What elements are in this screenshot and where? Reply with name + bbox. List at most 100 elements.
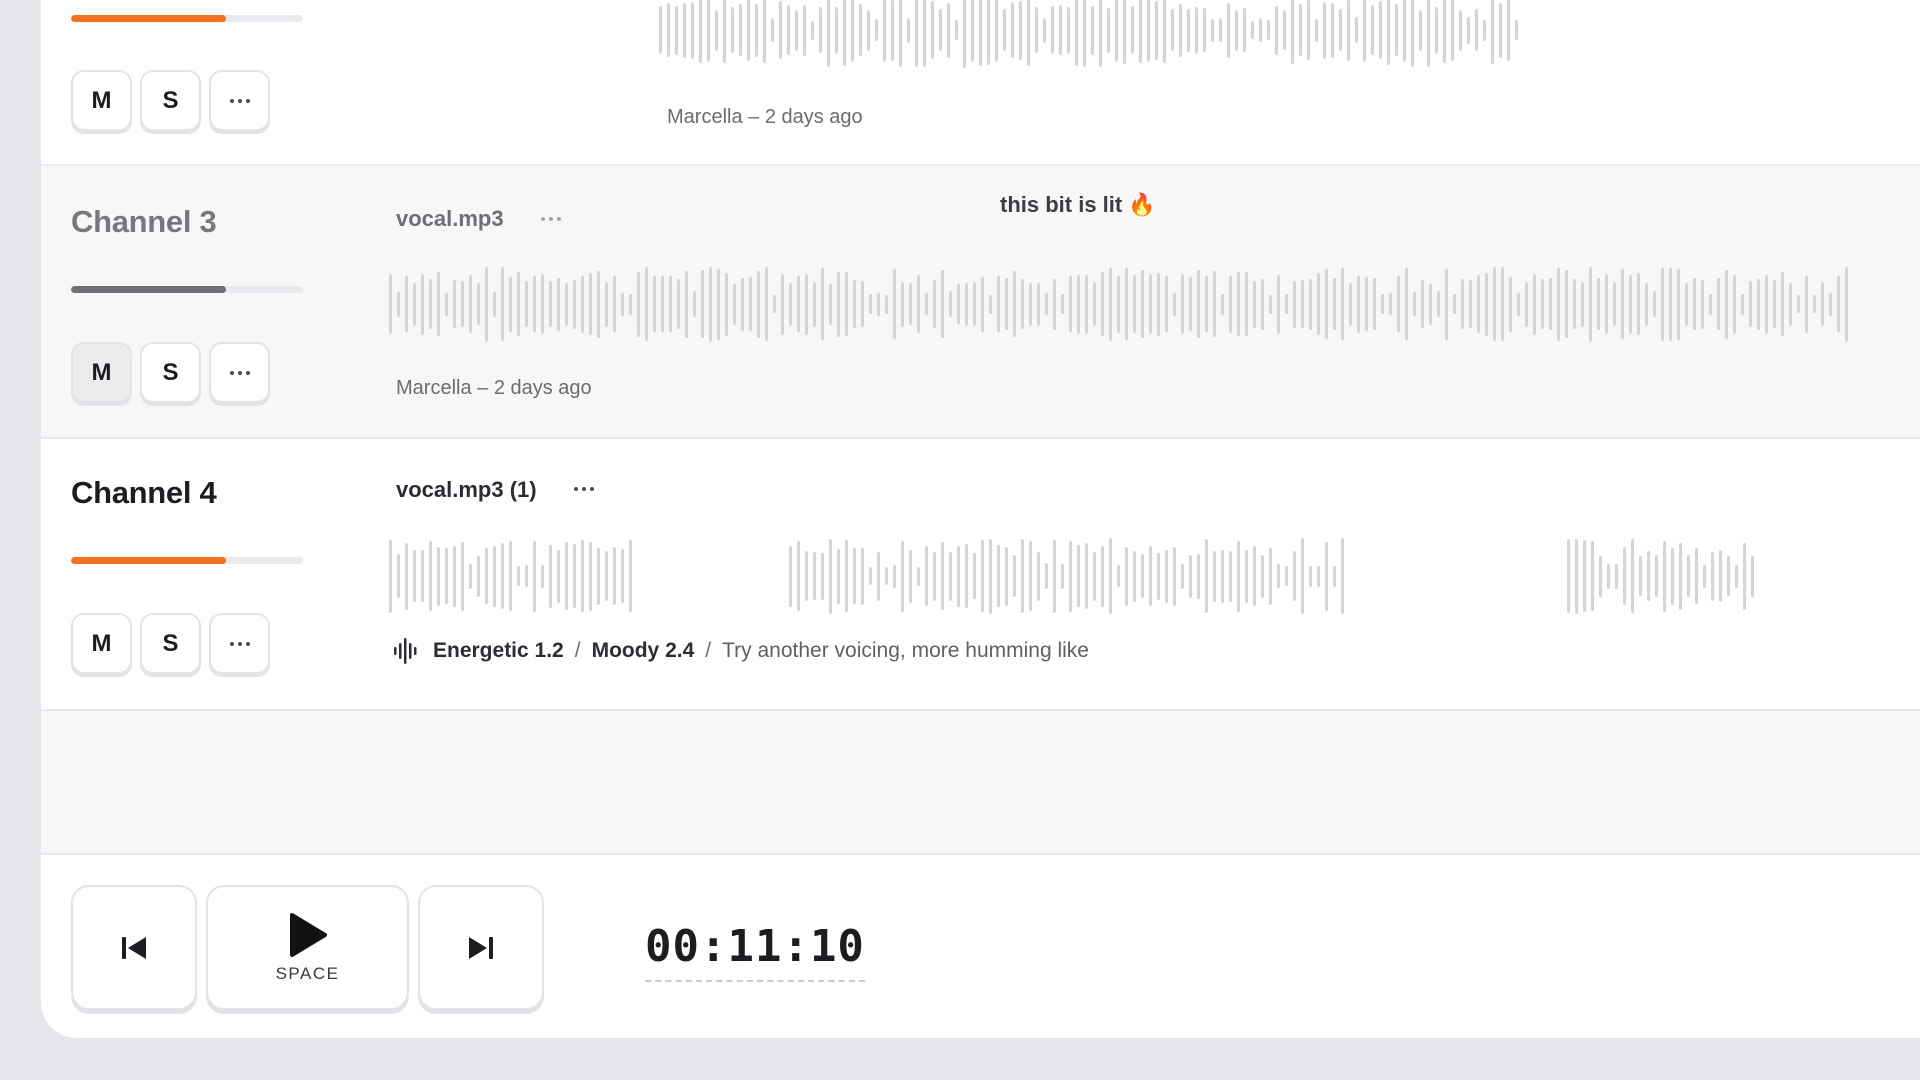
waveform-bar — [987, 0, 990, 65]
waveform-bar — [1797, 295, 1800, 313]
waveform-bar — [731, 7, 734, 53]
waveform-bar — [1395, 4, 1398, 56]
channel-more-button[interactable] — [209, 342, 270, 403]
waveform-bar — [461, 541, 464, 611]
solo-button[interactable]: S — [140, 70, 201, 131]
clip-comment[interactable]: this bit is lit 🔥 — [1000, 192, 1156, 218]
waveform-bar — [1453, 294, 1456, 314]
waveform-bar — [1003, 9, 1006, 51]
waveform-bar — [1229, 275, 1232, 333]
waveform-segment-2[interactable] — [789, 528, 1344, 624]
mute-button[interactable]: M — [71, 613, 132, 674]
waveform-bar — [1403, 0, 1406, 62]
waveform-bar — [1647, 551, 1650, 601]
skip-forward-button[interactable] — [418, 885, 544, 1010]
waveform-bar — [589, 541, 592, 611]
waveform-bar — [429, 541, 432, 611]
mute-button[interactable]: M — [71, 342, 132, 403]
waveform-bar — [533, 276, 536, 332]
waveform-bar — [1679, 542, 1682, 610]
waveform-bar — [885, 567, 888, 585]
waveform-bar — [1229, 550, 1232, 602]
solo-button[interactable]: S — [140, 613, 201, 674]
channel-more-button[interactable] — [209, 70, 270, 131]
clip-more-button[interactable] — [541, 217, 561, 221]
channel-buttons: M S — [71, 613, 270, 674]
waveform-bar — [1583, 540, 1586, 612]
channel-more-button[interactable] — [209, 613, 270, 674]
waveform-bar — [981, 540, 984, 612]
waveform-bar — [1187, 8, 1190, 52]
waveform-bar — [1671, 547, 1674, 605]
waveform-bar — [1155, 0, 1158, 60]
waveform-bar — [653, 276, 656, 332]
waveform-bar — [1533, 273, 1536, 335]
waveform-bar — [1387, 0, 1390, 65]
waveform-bar — [1703, 564, 1706, 588]
waveform-bar — [997, 545, 1000, 607]
waveform-bar — [1259, 18, 1262, 42]
waveform-bar — [1711, 551, 1714, 601]
more-dots-icon — [229, 641, 250, 646]
tag-separator: / — [705, 639, 712, 662]
more-dots-icon — [229, 370, 250, 375]
waveform-bar — [963, 0, 966, 68]
waveform-bar — [389, 539, 392, 613]
waveform-bar — [1171, 9, 1174, 51]
waveform-bar — [813, 281, 816, 327]
waveform-bar — [1291, 0, 1294, 64]
waveform-bar — [1443, 0, 1446, 63]
waveform-bar — [723, 0, 726, 63]
waveform-bar — [1397, 276, 1400, 332]
waveform-bar — [1277, 564, 1280, 588]
waveform-clip[interactable] — [389, 256, 1848, 352]
waveform-bar — [1735, 564, 1738, 588]
mute-button[interactable]: M — [71, 70, 132, 131]
waveform-bar — [1285, 294, 1288, 314]
waveform-bar — [1037, 282, 1040, 326]
timecode-display[interactable]: 00:11:10 — [645, 921, 865, 982]
waveform-bar — [1829, 292, 1832, 316]
waveform-bar — [715, 9, 718, 51]
waveform-bar — [1197, 270, 1200, 338]
tag-energetic[interactable]: Energetic 1.2 — [433, 639, 564, 663]
waveform-bar — [1661, 267, 1664, 341]
solo-button[interactable]: S — [140, 342, 201, 403]
skip-back-button[interactable] — [71, 885, 197, 1010]
waveform-bar — [1621, 269, 1624, 339]
waveform-bar — [1227, 2, 1230, 58]
volume-slider[interactable] — [71, 15, 303, 22]
waveform-bar — [1331, 2, 1334, 58]
waveform-bar — [675, 5, 678, 55]
channel-name: Channel 3 — [71, 204, 217, 239]
waveform-bar — [1051, 6, 1054, 54]
waveform-bar — [771, 18, 774, 42]
waveform-bar — [859, 4, 862, 56]
tag-moody[interactable]: Moody 2.4 — [592, 639, 695, 663]
waveform-bar — [1301, 280, 1304, 328]
waveform-bar — [541, 564, 544, 588]
waveform-segment-1[interactable] — [389, 528, 632, 624]
waveform-bar — [1019, 0, 1022, 60]
clip-more-button[interactable] — [574, 487, 594, 491]
waveform-segment-3[interactable] — [1567, 528, 1754, 624]
waveform-bar — [1101, 545, 1104, 607]
waveform-bar — [1549, 278, 1552, 330]
tag-separator: / — [574, 639, 581, 662]
waveform-bar — [1245, 272, 1248, 336]
waveform-bar — [1123, 0, 1126, 64]
waveform-bar — [779, 1, 782, 59]
waveform-bar — [1091, 5, 1094, 55]
waveform-bar — [1389, 293, 1392, 315]
waveform-bar — [669, 276, 672, 332]
waveform-bar — [683, 2, 686, 58]
waveform-bar — [805, 273, 808, 335]
waveform-bar — [1109, 267, 1112, 341]
waveform-clip[interactable] — [659, 0, 1518, 78]
waveform-bar — [613, 276, 616, 332]
volume-slider[interactable] — [71, 557, 303, 564]
play-button[interactable]: SPACE — [206, 885, 409, 1010]
volume-slider[interactable] — [71, 286, 303, 293]
waveform-bar — [1077, 545, 1080, 607]
waveform-bar — [1165, 276, 1168, 332]
